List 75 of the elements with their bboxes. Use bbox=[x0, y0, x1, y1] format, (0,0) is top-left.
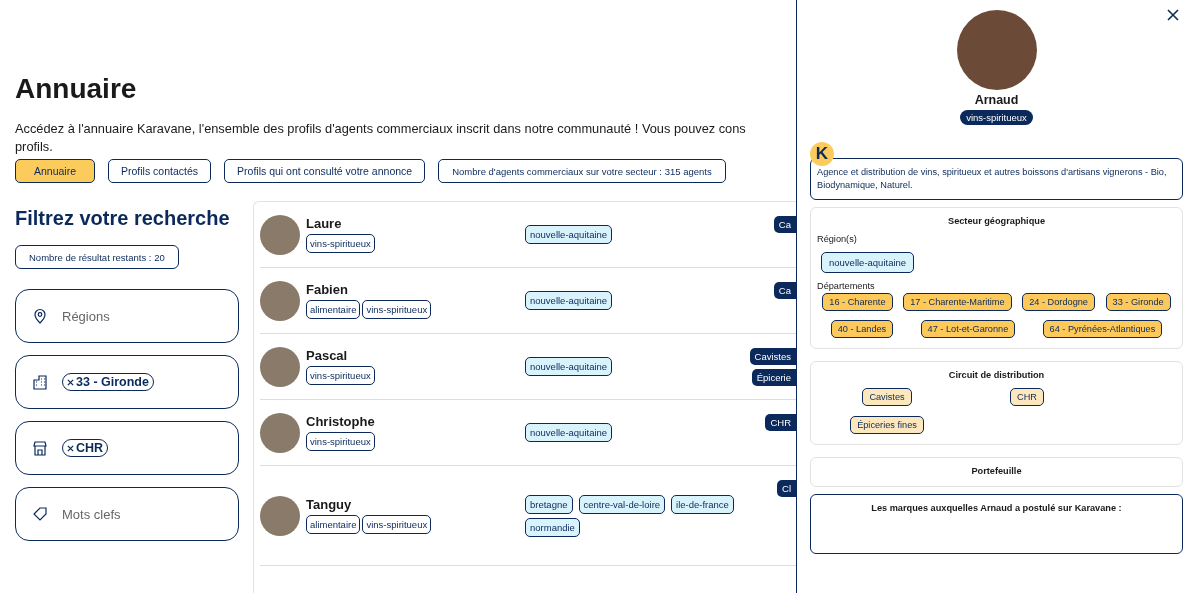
tag-icon bbox=[32, 506, 48, 522]
region-tag: ile-de-france bbox=[671, 494, 734, 514]
departments-label: Départements bbox=[817, 281, 876, 291]
department-tag: 16 - Charente bbox=[822, 293, 893, 311]
avatar bbox=[260, 280, 300, 321]
section-title: Portefeuille bbox=[970, 466, 1023, 476]
filter-field[interactable]: 33 - Gironde bbox=[15, 355, 239, 409]
department-tag: 24 - Dordogne bbox=[1022, 293, 1095, 311]
channel-tag: Épicerie bbox=[751, 369, 796, 386]
close-button[interactable] bbox=[1166, 8, 1180, 22]
avatar bbox=[260, 214, 300, 255]
remove-icon[interactable] bbox=[67, 444, 74, 452]
department-tag: 33 - Gironde bbox=[1105, 293, 1171, 311]
store-icon bbox=[32, 440, 48, 456]
sector-tag: vins-spiritueux bbox=[362, 300, 432, 319]
department-tag: 40 - Landes bbox=[830, 320, 894, 338]
sector-tag: vins-spiritueux bbox=[306, 432, 375, 451]
filter-title: Filtrez votre recherche bbox=[15, 206, 231, 231]
channel-tag: Cavistes bbox=[749, 348, 796, 365]
filter-field[interactable]: Régions bbox=[15, 289, 239, 343]
filter-field[interactable]: CHR bbox=[15, 421, 239, 475]
channel-tag: CHR bbox=[1010, 388, 1044, 406]
region-tag: nouvelle-aquitaine bbox=[525, 423, 613, 442]
sector-tag: vins-spiritueux bbox=[306, 234, 375, 253]
avatar bbox=[260, 346, 300, 387]
department-tag: 17 - Charente-Maritime bbox=[903, 293, 1012, 311]
sector-tag: alimentaire bbox=[306, 515, 361, 534]
agent-count-badge: Nombre d'agents commerciaux sur votre secteur : 315 agents bbox=[438, 159, 726, 183]
channel-tag: Cavistes bbox=[862, 388, 912, 406]
page-title: Annuaire bbox=[15, 72, 138, 106]
profile-name: Arnaud bbox=[974, 93, 1019, 107]
agent-name[interactable]: Fabien bbox=[306, 282, 525, 297]
region-tag: bretagne bbox=[525, 494, 573, 514]
avatar bbox=[260, 412, 300, 453]
region-tag: nouvelle-aquitaine bbox=[821, 252, 915, 273]
agent-name[interactable]: Christophe bbox=[306, 414, 525, 429]
results-count: Nombre de résultat restants : 20 bbox=[15, 245, 179, 269]
sector-tag: vins-spiritueux bbox=[960, 110, 1033, 125]
company-logo: K bbox=[810, 142, 834, 166]
sector-tag: alimentaire bbox=[306, 300, 361, 319]
department-tag: 64 - Pyrénées-Atlantiques bbox=[1042, 320, 1163, 338]
location-pin-icon bbox=[32, 308, 48, 324]
channel-tag: Épiceries fines bbox=[850, 416, 924, 434]
page-description: Accédez à l'annuaire Karavane, l'ensemble des profils d'agents commerciaux inscrit dans notre communauté ! Vous pouvez cons profils. bbox=[15, 120, 747, 156]
department-tag: 47 - Lot-et-Garonne bbox=[920, 320, 1016, 338]
chip-label: CHR bbox=[76, 441, 104, 455]
channel-tag: CHR bbox=[765, 414, 796, 431]
channel-tag: Ca bbox=[773, 282, 796, 299]
agent-name[interactable]: Laure bbox=[306, 216, 525, 231]
filter-placeholder: Régions bbox=[62, 308, 110, 324]
filter-field[interactable]: Mots clefs bbox=[15, 487, 239, 541]
section-title: Circuit de distribution bbox=[947, 370, 1046, 380]
chip-label: 33 - Gironde bbox=[76, 375, 149, 389]
channel-tag: Cl bbox=[777, 480, 796, 497]
avatar bbox=[260, 495, 300, 536]
region-tag: normandie bbox=[525, 517, 580, 537]
tab[interactable]: Annuaire bbox=[15, 159, 95, 183]
sector-tag: vins-spiritueux bbox=[306, 366, 375, 385]
agent-name[interactable]: Tanguy bbox=[306, 497, 525, 512]
tab[interactable]: Profils contactés bbox=[108, 159, 212, 183]
regions-label: Région(s) bbox=[817, 234, 858, 244]
remove-icon[interactable] bbox=[67, 378, 74, 386]
filter-placeholder: Mots clefs bbox=[62, 506, 121, 522]
tab[interactable]: Profils qui ont consulté votre annonce bbox=[224, 159, 426, 183]
sector-tag: vins-spiritueux bbox=[362, 515, 432, 534]
region-tag: centre-val-de-loire bbox=[578, 494, 666, 514]
region-tag: nouvelle-aquitaine bbox=[525, 357, 613, 376]
section-title: Secteur géographique bbox=[947, 216, 1046, 226]
section-title: Les marques auxquelles Arnaud a postulé sur Karavane : bbox=[870, 503, 1123, 513]
region-tag: nouvelle-aquitaine bbox=[525, 291, 613, 310]
agent-name[interactable]: Pascal bbox=[306, 348, 525, 363]
channel-tag: Ca bbox=[773, 216, 796, 233]
region-tag: nouvelle-aquitaine bbox=[525, 225, 613, 244]
building-icon bbox=[32, 374, 48, 390]
company-description: Agence et distribution de vins, spiritueux et autres boissons d'artisans vignerons - Bio, Biodynamique, Naturel. bbox=[810, 158, 1183, 200]
